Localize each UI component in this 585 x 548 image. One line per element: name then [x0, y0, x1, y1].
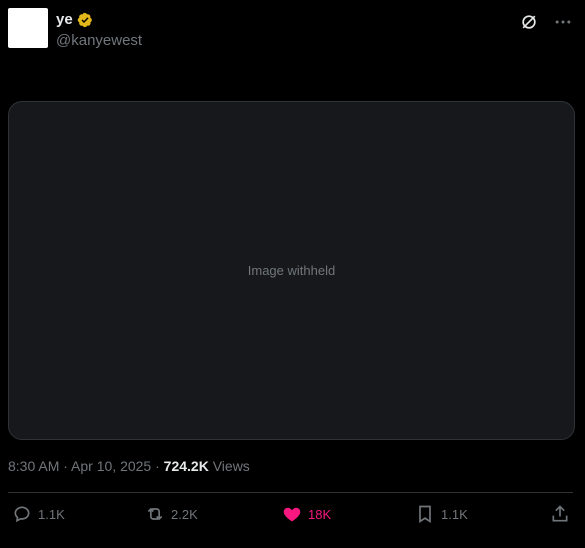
- reply-button[interactable]: 1.1K: [12, 504, 65, 524]
- action-bar: 1.1K 2.2K 18K 1.1K: [0, 504, 585, 528]
- views-label: Views: [212, 458, 250, 474]
- heart-icon: [283, 507, 301, 522]
- repost-icon: [147, 507, 163, 521]
- share-button[interactable]: [550, 504, 570, 524]
- reply-icon: [14, 506, 30, 523]
- verified-badge-icon: [77, 12, 92, 27]
- post-time[interactable]: 8:30 AM: [8, 458, 59, 474]
- media-placeholder: Image withheld: [8, 101, 575, 440]
- top-actions: [519, 12, 573, 32]
- bookmark-icon: [419, 505, 431, 524]
- like-button[interactable]: 18K: [282, 504, 331, 524]
- grok-icon[interactable]: [519, 12, 539, 32]
- bookmark-count: 1.1K: [441, 506, 468, 522]
- views-count: 724.2K: [163, 458, 209, 474]
- repost-count: 2.2K: [171, 506, 198, 522]
- handle[interactable]: @kanyewest: [56, 32, 142, 49]
- more-icon[interactable]: [553, 12, 573, 32]
- post-meta: 8:30 AM · Apr 10, 2025 · 724.2K Views: [8, 458, 250, 474]
- like-count: 18K: [308, 506, 332, 522]
- meta-separator: ·: [155, 458, 164, 474]
- display-name[interactable]: ye: [56, 11, 73, 28]
- post-date[interactable]: Apr 10, 2025: [71, 458, 151, 474]
- bookmark-button[interactable]: 1.1K: [415, 504, 468, 524]
- repost-button[interactable]: 2.2K: [145, 504, 198, 524]
- share-icon: [552, 505, 568, 522]
- avatar[interactable]: [8, 8, 48, 48]
- reply-count: 1.1K: [38, 506, 65, 522]
- meta-separator: ·: [63, 458, 72, 474]
- author-name-row: ye: [56, 11, 93, 28]
- divider: [8, 492, 573, 493]
